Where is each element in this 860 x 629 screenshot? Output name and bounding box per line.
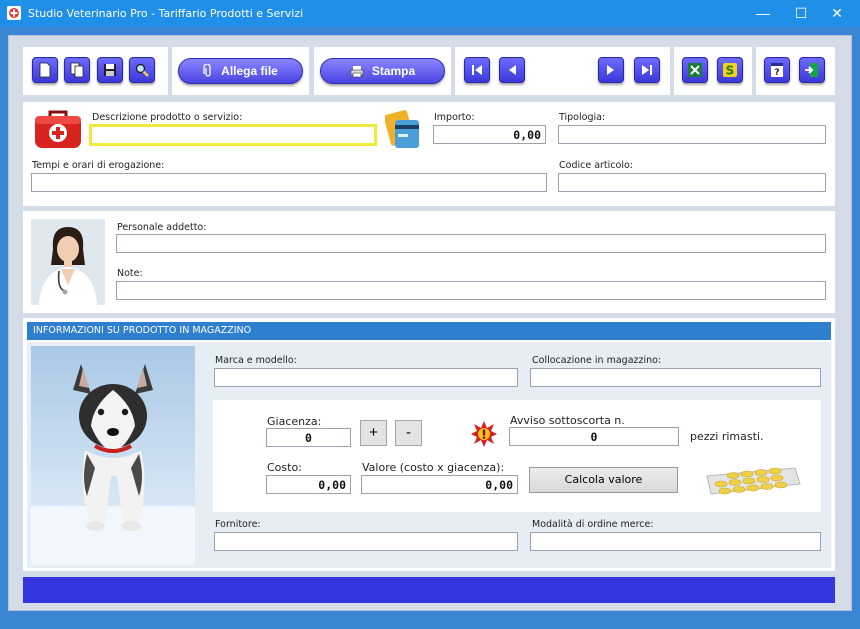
credit-card-icon xyxy=(385,110,419,148)
increase-stock-button[interactable]: + xyxy=(360,420,387,446)
cost-label: Costo: xyxy=(267,461,302,474)
notes-input[interactable] xyxy=(116,281,826,300)
type-label: Tipologia: xyxy=(559,112,606,123)
alert-burst-icon xyxy=(471,421,497,447)
alert-label: Avviso sottoscorta n. xyxy=(510,414,625,427)
app-icon xyxy=(7,6,21,20)
amount-label: Importo: xyxy=(434,112,475,123)
personnel-label: Personale addetto: xyxy=(117,222,207,233)
save-icon xyxy=(104,64,116,76)
product-panel: Descrizione prodotto o servizio: Importo… xyxy=(23,102,835,206)
status-bar xyxy=(23,577,835,603)
previous-record-button[interactable] xyxy=(499,57,525,83)
order-method-input[interactable] xyxy=(530,532,821,551)
svg-text:S: S xyxy=(726,64,735,78)
alert-threshold-input[interactable]: 0 xyxy=(509,427,679,446)
print-label: Stampa xyxy=(371,64,416,78)
exit-button[interactable] xyxy=(799,57,825,83)
brand-label: Marca e modello: xyxy=(215,355,297,366)
alert-suffix-label: pezzi rimasti. xyxy=(690,430,764,443)
decrease-stock-button[interactable]: - xyxy=(395,420,422,446)
search-icon xyxy=(135,63,149,77)
title-bar: Studio Veterinario Pro - Tariffario Prod… xyxy=(0,0,860,27)
help-button[interactable]: ? xyxy=(764,57,790,83)
next-record-button[interactable] xyxy=(598,57,624,83)
toolbar-group-attach: Allega file xyxy=(172,47,309,95)
minimize-icon: — xyxy=(756,5,770,21)
code-input[interactable] xyxy=(558,173,826,192)
window-title: Studio Veterinario Pro - Tariffario Prod… xyxy=(28,7,304,20)
close-button[interactable]: ✕ xyxy=(814,0,860,27)
duplicate-button[interactable] xyxy=(64,57,90,83)
toolbar-group-export: S xyxy=(674,47,752,95)
order-label: Modalità di ordine merce: xyxy=(532,519,654,530)
staff-panel: Personale addetto: Note: xyxy=(23,211,835,313)
notes-label: Note: xyxy=(117,268,143,279)
paperclip-icon xyxy=(203,64,211,77)
description-label: Descrizione prodotto o servizio: xyxy=(92,112,243,123)
personnel-input[interactable] xyxy=(116,234,826,253)
next-icon xyxy=(607,65,614,75)
description-input[interactable] xyxy=(89,124,377,146)
first-aid-kit-icon xyxy=(35,110,81,148)
toolbar-group-file xyxy=(23,47,168,95)
maximize-icon: ☐ xyxy=(794,5,808,21)
times-input[interactable] xyxy=(31,173,547,192)
husky-dog-photo xyxy=(31,346,195,565)
stock-label: Giacenza: xyxy=(267,415,322,428)
warehouse-fields: Marca e modello: Collocazione in magazzi… xyxy=(203,346,827,565)
attach-file-button[interactable]: Allega file xyxy=(178,58,303,84)
exit-icon xyxy=(805,63,818,77)
previous-icon xyxy=(509,65,516,75)
first-icon xyxy=(472,65,482,75)
amount-input[interactable]: 0,00 xyxy=(433,125,546,144)
brand-input[interactable] xyxy=(214,368,518,387)
doctor-photo xyxy=(31,219,105,305)
search-button[interactable] xyxy=(129,57,155,83)
last-record-button[interactable] xyxy=(634,57,660,83)
type-input[interactable] xyxy=(558,125,826,144)
svg-text:?: ? xyxy=(774,68,779,78)
attach-file-label: Allega file xyxy=(221,64,278,78)
save-button[interactable] xyxy=(97,57,123,83)
code-label: Codice articolo: xyxy=(559,160,633,171)
new-record-button[interactable] xyxy=(32,57,58,83)
new-icon xyxy=(39,62,51,78)
toolbar-group-help: ? xyxy=(756,47,835,95)
supplier-input[interactable] xyxy=(214,532,518,551)
location-input[interactable] xyxy=(530,368,821,387)
stock-box: Giacenza: 0 + - Avviso sottoscorta n. 0 … xyxy=(213,400,821,512)
excel-icon xyxy=(688,63,702,77)
printer-icon xyxy=(350,65,364,77)
s-button[interactable]: S xyxy=(717,57,743,83)
valuation-label: Valore (costo x giacenza): xyxy=(362,461,505,474)
cost-input[interactable]: 0,00 xyxy=(266,475,351,494)
copy-icon xyxy=(70,62,84,78)
toolbar-group-print: Stampa xyxy=(314,47,451,95)
pills-blister-icon xyxy=(706,467,801,495)
print-button[interactable]: Stampa xyxy=(320,58,445,84)
times-label: Tempi e orari di erogazione: xyxy=(32,160,165,171)
close-icon: ✕ xyxy=(831,5,843,21)
s-icon: S xyxy=(723,63,737,78)
stock-input[interactable]: 0 xyxy=(266,428,351,447)
calculate-value-button[interactable]: Calcola valore xyxy=(529,467,678,493)
help-icon: ? xyxy=(771,63,783,78)
warehouse-section-title: INFORMAZIONI SU PRODOTTO IN MAGAZZINO xyxy=(27,322,831,340)
last-icon xyxy=(642,65,652,75)
supplier-label: Fornitore: xyxy=(215,519,261,530)
location-label: Collocazione in magazzino: xyxy=(532,355,662,366)
valuation-input[interactable]: 0,00 xyxy=(361,475,518,494)
export-excel-button[interactable] xyxy=(682,57,708,83)
toolbar-group-navigation xyxy=(455,47,670,95)
first-record-button[interactable] xyxy=(464,57,490,83)
